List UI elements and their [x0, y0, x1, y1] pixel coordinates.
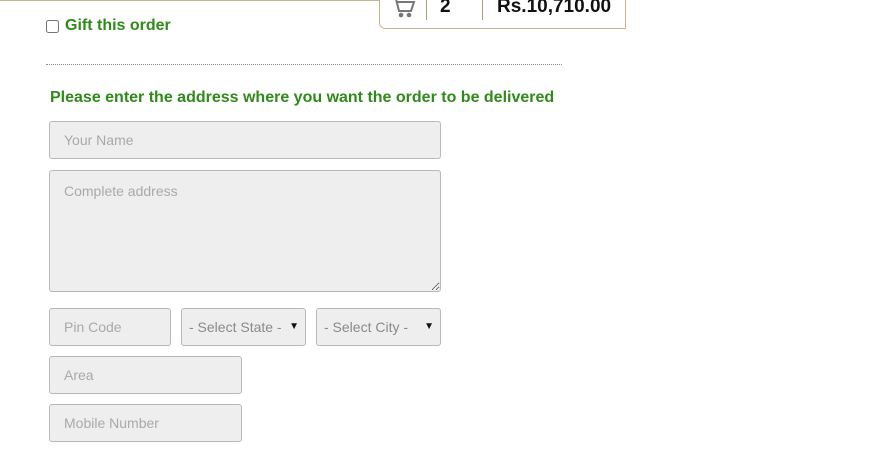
state-select[interactable]: - Select State - ▼ [181, 308, 306, 346]
mobile-input[interactable] [49, 404, 242, 442]
name-input[interactable] [49, 121, 441, 159]
cart-separator [426, 0, 427, 20]
dropdown-arrow-icon: ▼ [289, 321, 299, 332]
top-border [0, 0, 380, 1]
area-input[interactable] [49, 356, 242, 394]
cart-summary[interactable]: 2 Rs.10,710.00 [379, 0, 626, 29]
gift-label[interactable]: Gift this order [65, 17, 171, 35]
address-input[interactable] [49, 170, 441, 292]
gift-option: Gift this order [46, 17, 171, 35]
gift-checkbox[interactable] [46, 19, 59, 33]
delivery-instruction: Please enter the address where you want … [50, 89, 555, 106]
dropdown-arrow-icon: ▼ [424, 321, 434, 332]
city-select-value: - Select City - [324, 319, 409, 335]
city-select[interactable]: - Select City - ▼ [316, 308, 441, 346]
cart-separator [482, 0, 483, 20]
section-divider [46, 64, 562, 65]
cart-item-count: 2 [440, 0, 451, 17]
state-select-value: - Select State - [189, 319, 282, 335]
cart-total: Rs.10,710.00 [497, 0, 612, 17]
shopping-cart-icon[interactable] [390, 0, 416, 19]
pincode-input[interactable] [49, 308, 171, 346]
